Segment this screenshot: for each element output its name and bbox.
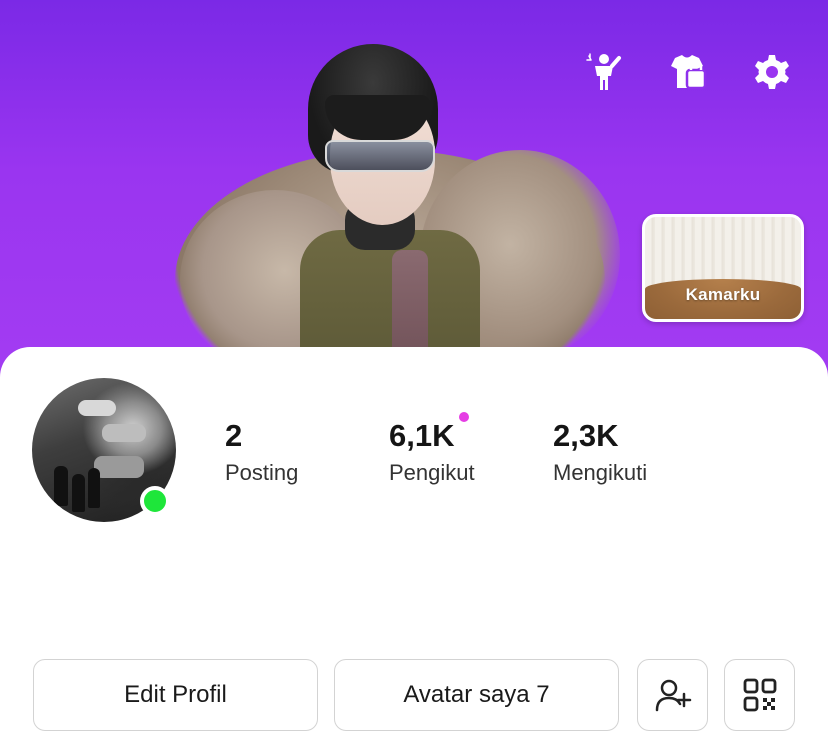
qr-code-button[interactable]: [724, 659, 795, 731]
stat-posts[interactable]: 2 Posting: [225, 418, 298, 488]
stat-followers-label: Pengikut: [389, 460, 475, 485]
add-person-icon: [655, 679, 691, 712]
stat-posts-label: Posting: [225, 460, 299, 485]
stat-following-label: Mengikuti: [553, 460, 648, 485]
photo-person: [72, 474, 85, 512]
stat-following-value: 2,3K: [553, 418, 619, 453]
settings-gear-icon[interactable]: [750, 50, 794, 94]
add-friend-button[interactable]: [637, 659, 708, 731]
photo-car: [102, 424, 146, 442]
online-status-dot: [140, 486, 170, 516]
avatar-pose-icon[interactable]: [582, 50, 626, 94]
avatar-sunglasses: [325, 140, 435, 172]
photo-person: [54, 466, 68, 506]
qr-code-icon: [743, 678, 776, 712]
photo-car: [94, 456, 144, 478]
my-avatar-button[interactable]: Avatar saya 7: [334, 659, 619, 731]
stat-posts-value: 2: [225, 418, 243, 453]
room-card[interactable]: Kamarku: [642, 214, 804, 322]
photo-car: [78, 400, 116, 416]
stat-followers-value: 6,1K: [389, 418, 455, 453]
outfit-shop-icon[interactable]: [665, 50, 709, 94]
profile-header-banner: Kamarku: [0, 0, 828, 380]
room-card-label: Kamarku: [685, 285, 761, 304]
edit-profile-button[interactable]: Edit Profil: [33, 659, 318, 731]
photo-person: [88, 468, 100, 508]
stat-followers[interactable]: 6,1K Pengikut: [389, 418, 475, 488]
followers-notification-dot: [459, 412, 469, 422]
stat-following[interactable]: 2,3K Mengikuti: [553, 418, 647, 488]
avatar-bangs: [325, 95, 430, 140]
